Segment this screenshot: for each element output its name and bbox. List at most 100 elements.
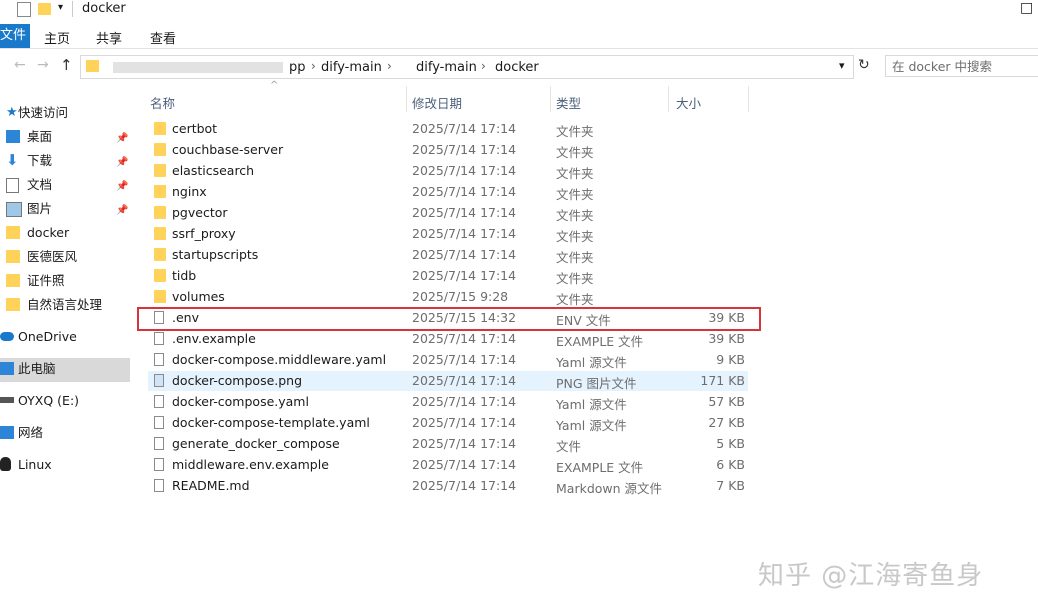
dropdown-arrow-icon[interactable]: ▾ <box>58 2 63 13</box>
pin-icon[interactable]: 📌 <box>116 128 128 150</box>
column-header-size[interactable]: 大小 <box>676 93 701 112</box>
nav-item-desktop[interactable]: 桌面 📌 <box>0 126 130 148</box>
nav-item-folder-2[interactable]: 医德医风 <box>0 246 130 268</box>
file-name: middleware.env.example <box>172 457 329 472</box>
nav-item-this-pc[interactable]: 此电脑 <box>0 358 130 382</box>
tab-home[interactable]: 主页 <box>44 28 70 47</box>
nav-item-folder-3[interactable]: 证件照 <box>0 270 130 292</box>
address-row: ← → ↑ pp › dify-main › dify-main › docke… <box>0 54 1038 80</box>
folder-icon[interactable] <box>38 3 51 15</box>
yaml-file-icon <box>154 353 164 366</box>
file-row[interactable]: certbot 2025/7/14 17:14 文件夹 <box>148 119 748 139</box>
breadcrumb-pp[interactable]: pp <box>289 60 306 75</box>
folder-icon <box>154 122 166 135</box>
sort-up-icon: ^ <box>270 80 279 91</box>
file-icon <box>154 458 164 471</box>
address-bar[interactable]: pp › dify-main › dify-main › docker ▾ <box>80 55 854 79</box>
tab-view[interactable]: 查看 <box>150 28 176 47</box>
file-row[interactable]: elasticsearch 2025/7/14 17:14 文件夹 <box>148 161 748 181</box>
file-row[interactable]: docker-compose.middleware.yaml 2025/7/14 … <box>148 350 748 370</box>
file-type: 文件夹 <box>556 145 594 160</box>
yaml-file-icon <box>154 395 164 408</box>
maximize-button[interactable]: □ <box>1020 0 1033 16</box>
breadcrumb-dify-main-2[interactable]: dify-main <box>416 60 477 75</box>
folder-icon <box>154 227 166 240</box>
markdown-file-icon <box>154 479 164 492</box>
pin-icon[interactable]: 📌 <box>116 152 128 174</box>
nav-item-documents[interactable]: 文档 📌 <box>0 174 130 196</box>
network-icon <box>0 426 14 439</box>
pin-icon[interactable]: 📌 <box>116 200 128 222</box>
file-row[interactable]: docker-compose-template.yaml 2025/7/14 17… <box>148 413 748 433</box>
search-input[interactable]: 在 docker 中搜索 <box>885 55 1038 77</box>
file-modified: 2025/7/14 17:14 <box>412 478 517 493</box>
blurred-path <box>113 62 283 73</box>
file-row[interactable]: couchbase-server 2025/7/14 17:14 文件夹 <box>148 140 748 160</box>
file-row[interactable]: volumes 2025/7/15 9:28 文件夹 <box>148 287 748 307</box>
folder-icon <box>154 290 166 303</box>
up-arrow-icon[interactable]: ↑ <box>60 56 73 74</box>
file-icon <box>154 332 164 345</box>
file-row[interactable]: docker-compose.png 2025/7/14 17:14 PNG 图片文… <box>148 371 748 391</box>
file-row[interactable]: nginx 2025/7/14 17:14 文件夹 <box>148 182 748 202</box>
yaml-file-icon <box>154 416 164 429</box>
breadcrumb-docker[interactable]: docker <box>495 60 539 75</box>
breadcrumb-dify-main-1[interactable]: dify-main <box>321 60 382 75</box>
nav-item-docker[interactable]: docker <box>0 222 130 244</box>
file-name: README.md <box>172 478 250 493</box>
file-list: ^ 名称 修改日期 类型 大小 certbot 2025/7/14 17:14 文件… <box>132 80 1038 614</box>
nav-item-network[interactable]: 网络 <box>0 422 130 444</box>
file-name: startupscripts <box>172 247 259 262</box>
folder-icon <box>6 298 20 311</box>
file-modified: 2025/7/14 17:14 <box>412 142 517 157</box>
nav-item-quick-access[interactable]: ★ 快速访问 <box>0 102 130 124</box>
nav-item-pictures[interactable]: 图片 📌 <box>0 198 130 220</box>
file-row[interactable]: .env.example 2025/7/14 17:14 EXAMPLE 文件 39 … <box>148 329 748 349</box>
file-type: 文件夹 <box>556 271 594 286</box>
highlight-box <box>137 307 761 331</box>
file-row[interactable]: tidb 2025/7/14 17:14 文件夹 <box>148 266 748 286</box>
nav-item-drive-e[interactable]: OYXQ (E:) <box>0 390 130 412</box>
nav-item-downloads[interactable]: ⬇ 下载 📌 <box>0 150 130 172</box>
file-row[interactable]: startupscripts 2025/7/14 17:14 文件夹 <box>148 245 748 265</box>
navigation-pane: ★ 快速访问 桌面 📌 ⬇ 下载 📌 文档 📌 图片 📌 docker 医德医风… <box>0 90 132 614</box>
nav-item-linux[interactable]: Linux <box>0 454 130 476</box>
file-row[interactable]: docker-compose.yaml 2025/7/14 17:14 Yaml 源… <box>148 392 748 412</box>
folder-icon <box>154 248 166 261</box>
refresh-icon[interactable]: ↻ <box>858 57 870 73</box>
file-size: 27 KB <box>708 415 745 430</box>
file-tab[interactable]: 文件 <box>0 24 30 48</box>
nav-item-folder-4[interactable]: 自然语言处理 <box>0 294 130 316</box>
file-row[interactable]: generate_docker_compose 2025/7/14 17:14 文件… <box>148 434 748 454</box>
file-size: 6 KB <box>716 457 745 472</box>
file-row[interactable]: middleware.env.example 2025/7/14 17:14 EXA… <box>148 455 748 475</box>
tab-share[interactable]: 共享 <box>96 28 122 47</box>
file-name: generate_docker_compose <box>172 436 340 451</box>
file-name: certbot <box>172 121 218 136</box>
drive-icon <box>0 397 14 403</box>
nav-item-onedrive[interactable]: OneDrive <box>0 326 130 348</box>
column-header-modified[interactable]: 修改日期 <box>412 93 462 112</box>
file-modified: 2025/7/14 17:14 <box>412 457 517 472</box>
ribbon: 文件 主页 共享 查看 <box>0 24 1038 49</box>
chevron-right-icon: › <box>311 59 316 73</box>
folder-icon <box>154 185 166 198</box>
file-type: EXAMPLE 文件 <box>556 334 644 349</box>
column-header-type[interactable]: 类型 <box>556 93 581 112</box>
pictures-icon <box>6 202 22 217</box>
column-header-name[interactable]: 名称 <box>150 93 175 112</box>
checkbox-icon[interactable] <box>17 2 31 17</box>
file-name: docker-compose.png <box>172 373 303 388</box>
back-arrow-icon[interactable]: ← <box>14 57 26 73</box>
file-row[interactable]: pgvector 2025/7/14 17:14 文件夹 <box>148 203 748 223</box>
cloud-icon <box>0 332 14 341</box>
file-type: 文件夹 <box>556 187 594 202</box>
chevron-down-icon[interactable]: ▾ <box>839 59 845 72</box>
file-row[interactable]: README.md 2025/7/14 17:14 Markdown 源文件 7 KB <box>148 476 748 496</box>
file-size: 57 KB <box>708 394 745 409</box>
pin-icon[interactable]: 📌 <box>116 176 128 198</box>
forward-arrow-icon[interactable]: → <box>37 57 49 73</box>
column-divider <box>748 86 749 112</box>
watermark: 知乎 @江海寄鱼身 <box>758 561 984 591</box>
file-row[interactable]: ssrf_proxy 2025/7/14 17:14 文件夹 <box>148 224 748 244</box>
